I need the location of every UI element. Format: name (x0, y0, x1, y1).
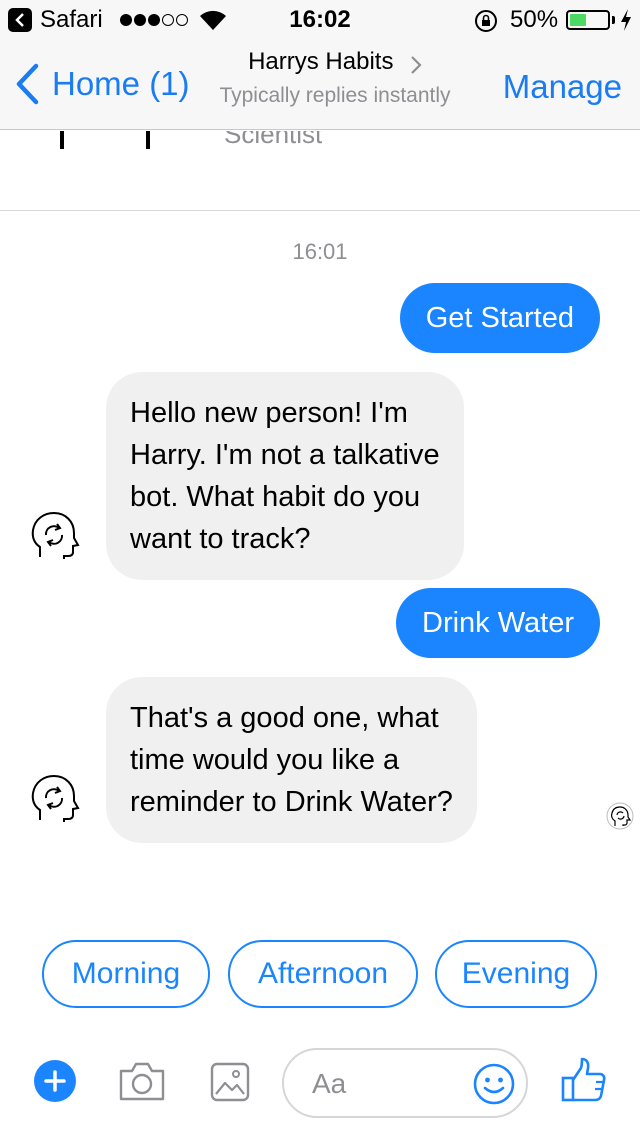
card-category-text: Scientist (224, 131, 323, 149)
message-input-placeholder: Aa (312, 1068, 347, 1099)
profile-card: Scientist (0, 131, 640, 211)
incoming-message[interactable]: That's a good one, what time would you l… (106, 677, 477, 843)
head-refresh-icon[interactable] (28, 509, 80, 561)
quick-reply-evening[interactable]: Evening (435, 940, 597, 1008)
conversation-title-button[interactable]: Harrys Habits Typically replies instantl… (200, 48, 470, 108)
card-graphic (146, 131, 150, 149)
charging-bolt-icon (621, 9, 631, 31)
chevron-right-icon (411, 55, 422, 74)
battery-level (570, 14, 586, 26)
manage-button[interactable]: Manage (503, 68, 622, 106)
chevron-left-icon (16, 63, 39, 105)
card-graphic (60, 131, 64, 149)
message-line: That's a good one, what (130, 702, 439, 734)
read-receipt-icon (606, 802, 634, 830)
composer-bar: Aa (0, 1030, 640, 1136)
thumbs-up-icon[interactable] (560, 1056, 608, 1104)
status-bar: Safari 16:02 50% (0, 0, 640, 40)
quick-replies: Morning Afternoon Evening (0, 940, 640, 1008)
message-line: want to track? (130, 523, 311, 555)
battery-percent: 50% (510, 6, 559, 33)
image-icon[interactable] (210, 1062, 250, 1102)
message-line: Hello new person! I'm (130, 397, 408, 429)
plus-icon[interactable] (34, 1060, 76, 1102)
message-thread[interactable]: Scientist 16:01 Get Started Hello new pe… (0, 131, 640, 921)
messenger-screen: Safari 16:02 50% Home (1) Harrys Habits … (0, 0, 640, 1136)
message-timestamp: 16:01 (292, 239, 348, 264)
rotation-lock-icon (475, 10, 497, 32)
smiley-icon[interactable] (472, 1062, 516, 1106)
message-line: time would you like a (130, 744, 400, 776)
incoming-message[interactable]: Hello new person! I'm Harry. I'm not a t… (106, 372, 464, 580)
camera-icon[interactable] (118, 1060, 166, 1102)
page-title[interactable]: Harrys Habits (248, 48, 393, 75)
conversation-header: Home (1) Harrys Habits Typically replies… (0, 40, 640, 130)
home-back-label[interactable]: Home (1) (52, 65, 190, 103)
battery-tip (612, 16, 615, 24)
head-refresh-icon[interactable] (28, 772, 80, 824)
message-line: Harry. I'm not a talkative (130, 439, 440, 471)
outgoing-message[interactable]: Drink Water (396, 588, 600, 658)
quick-reply-morning[interactable]: Morning (42, 940, 210, 1008)
outgoing-message[interactable]: Get Started (399, 283, 600, 353)
message-input[interactable]: Aa (282, 1048, 528, 1118)
response-time-subtitle: Typically replies instantly (219, 84, 451, 107)
message-line: bot. What habit do you (130, 481, 421, 513)
quick-reply-afternoon[interactable]: Afternoon (228, 940, 418, 1008)
message-line: reminder to Drink Water? (130, 786, 453, 818)
home-back-button[interactable]: Home (1) (14, 62, 190, 106)
battery-icon (566, 10, 610, 30)
